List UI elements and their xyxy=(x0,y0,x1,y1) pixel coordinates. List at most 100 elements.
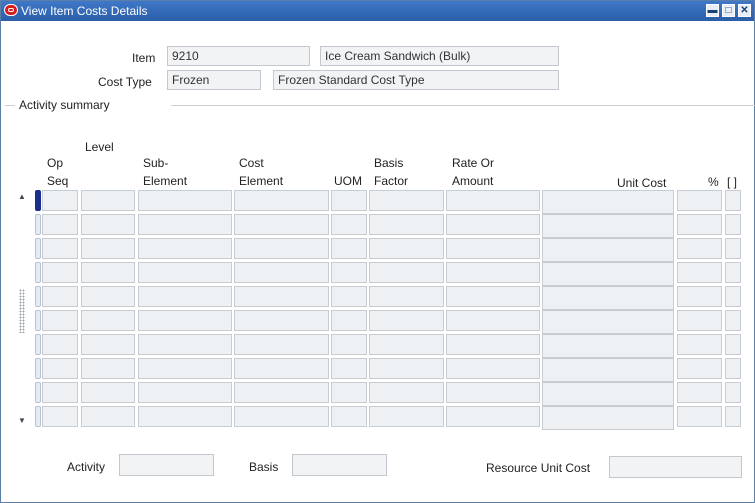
cost-element-cell[interactable] xyxy=(234,262,329,283)
percent-cell[interactable] xyxy=(677,286,722,307)
basis-factor-cell[interactable] xyxy=(369,262,444,283)
op-seq-cell[interactable] xyxy=(42,286,78,307)
row-indicator[interactable] xyxy=(35,214,41,235)
cost-type-description-field[interactable]: Frozen Standard Cost Type xyxy=(273,70,559,90)
level-cell[interactable] xyxy=(81,214,135,235)
maximize-button[interactable]: □ xyxy=(722,4,735,17)
item-description-field[interactable]: Ice Cream Sandwich (Bulk) xyxy=(320,46,559,66)
level-cell[interactable] xyxy=(81,334,135,355)
basis-factor-cell[interactable] xyxy=(369,358,444,379)
row-indicator[interactable] xyxy=(35,406,41,427)
basis-factor-cell[interactable] xyxy=(369,406,444,427)
scrollbar-grip[interactable] xyxy=(19,289,25,333)
rate-or-amount-cell[interactable] xyxy=(446,214,540,235)
activity-field[interactable] xyxy=(119,454,214,476)
cost-element-cell[interactable] xyxy=(234,310,329,331)
level-cell[interactable] xyxy=(81,286,135,307)
op-seq-cell[interactable] xyxy=(42,310,78,331)
uom-cell[interactable] xyxy=(331,214,367,235)
sub-element-cell[interactable] xyxy=(138,310,232,331)
op-seq-cell[interactable] xyxy=(42,238,78,259)
rate-or-amount-cell[interactable] xyxy=(446,238,540,259)
percent-cell[interactable] xyxy=(677,406,722,427)
descriptive-flex-cell[interactable] xyxy=(725,262,741,283)
sub-element-cell[interactable] xyxy=(138,406,232,427)
unit-cost-cell[interactable] xyxy=(542,190,674,214)
basis-factor-cell[interactable] xyxy=(369,214,444,235)
rate-or-amount-cell[interactable] xyxy=(446,190,540,211)
rate-or-amount-cell[interactable] xyxy=(446,406,540,427)
basis-factor-cell[interactable] xyxy=(369,238,444,259)
cost-element-cell[interactable] xyxy=(234,334,329,355)
uom-cell[interactable] xyxy=(331,190,367,211)
close-button[interactable]: ✕ xyxy=(738,4,751,17)
resource-unit-cost-field[interactable] xyxy=(609,456,742,478)
uom-cell[interactable] xyxy=(331,310,367,331)
basis-factor-cell[interactable] xyxy=(369,382,444,403)
descriptive-flex-cell[interactable] xyxy=(725,382,741,403)
basis-factor-cell[interactable] xyxy=(369,286,444,307)
percent-cell[interactable] xyxy=(677,358,722,379)
descriptive-flex-cell[interactable] xyxy=(725,214,741,235)
col-descriptive-flex-header[interactable]: [ ] xyxy=(727,173,737,191)
level-cell[interactable] xyxy=(81,382,135,403)
uom-cell[interactable] xyxy=(331,238,367,259)
sub-element-cell[interactable] xyxy=(138,214,232,235)
unit-cost-cell[interactable] xyxy=(542,310,674,334)
unit-cost-cell[interactable] xyxy=(542,238,674,262)
row-indicator[interactable] xyxy=(35,334,41,355)
basis-factor-cell[interactable] xyxy=(369,190,444,211)
unit-cost-cell[interactable] xyxy=(542,286,674,310)
row-indicator[interactable] xyxy=(35,310,41,331)
rate-or-amount-cell[interactable] xyxy=(446,334,540,355)
sub-element-cell[interactable] xyxy=(138,190,232,211)
percent-cell[interactable] xyxy=(677,190,722,211)
descriptive-flex-cell[interactable] xyxy=(725,406,741,427)
rate-or-amount-cell[interactable] xyxy=(446,286,540,307)
scroll-down-arrow-icon[interactable]: ▼ xyxy=(15,415,29,427)
rate-or-amount-cell[interactable] xyxy=(446,382,540,403)
op-seq-cell[interactable] xyxy=(42,334,78,355)
sub-element-cell[interactable] xyxy=(138,358,232,379)
rate-or-amount-cell[interactable] xyxy=(446,310,540,331)
op-seq-cell[interactable] xyxy=(42,262,78,283)
cost-element-cell[interactable] xyxy=(234,406,329,427)
descriptive-flex-cell[interactable] xyxy=(725,334,741,355)
descriptive-flex-cell[interactable] xyxy=(725,190,741,211)
row-indicator[interactable] xyxy=(35,190,41,211)
sub-element-cell[interactable] xyxy=(138,238,232,259)
unit-cost-cell[interactable] xyxy=(542,358,674,382)
cost-element-cell[interactable] xyxy=(234,238,329,259)
op-seq-cell[interactable] xyxy=(42,406,78,427)
basis-factor-cell[interactable] xyxy=(369,310,444,331)
percent-cell[interactable] xyxy=(677,382,722,403)
sub-element-cell[interactable] xyxy=(138,286,232,307)
level-cell[interactable] xyxy=(81,310,135,331)
uom-cell[interactable] xyxy=(331,286,367,307)
descriptive-flex-cell[interactable] xyxy=(725,310,741,331)
row-indicator[interactable] xyxy=(35,286,41,307)
basis-factor-cell[interactable] xyxy=(369,334,444,355)
cost-element-cell[interactable] xyxy=(234,214,329,235)
level-cell[interactable] xyxy=(81,190,135,211)
row-indicator[interactable] xyxy=(35,382,41,403)
uom-cell[interactable] xyxy=(331,262,367,283)
percent-cell[interactable] xyxy=(677,214,722,235)
level-cell[interactable] xyxy=(81,358,135,379)
uom-cell[interactable] xyxy=(331,406,367,427)
op-seq-cell[interactable] xyxy=(42,214,78,235)
activity-scrollbar[interactable]: ▲ ▼ xyxy=(15,189,29,429)
cost-element-cell[interactable] xyxy=(234,286,329,307)
op-seq-cell[interactable] xyxy=(42,382,78,403)
uom-cell[interactable] xyxy=(331,382,367,403)
percent-cell[interactable] xyxy=(677,262,722,283)
op-seq-cell[interactable] xyxy=(42,358,78,379)
basis-field[interactable] xyxy=(292,454,387,476)
uom-cell[interactable] xyxy=(331,358,367,379)
scroll-up-arrow-icon[interactable]: ▲ xyxy=(15,191,29,203)
rate-or-amount-cell[interactable] xyxy=(446,262,540,283)
cost-element-cell[interactable] xyxy=(234,358,329,379)
rate-or-amount-cell[interactable] xyxy=(446,358,540,379)
sub-element-cell[interactable] xyxy=(138,334,232,355)
sub-element-cell[interactable] xyxy=(138,382,232,403)
